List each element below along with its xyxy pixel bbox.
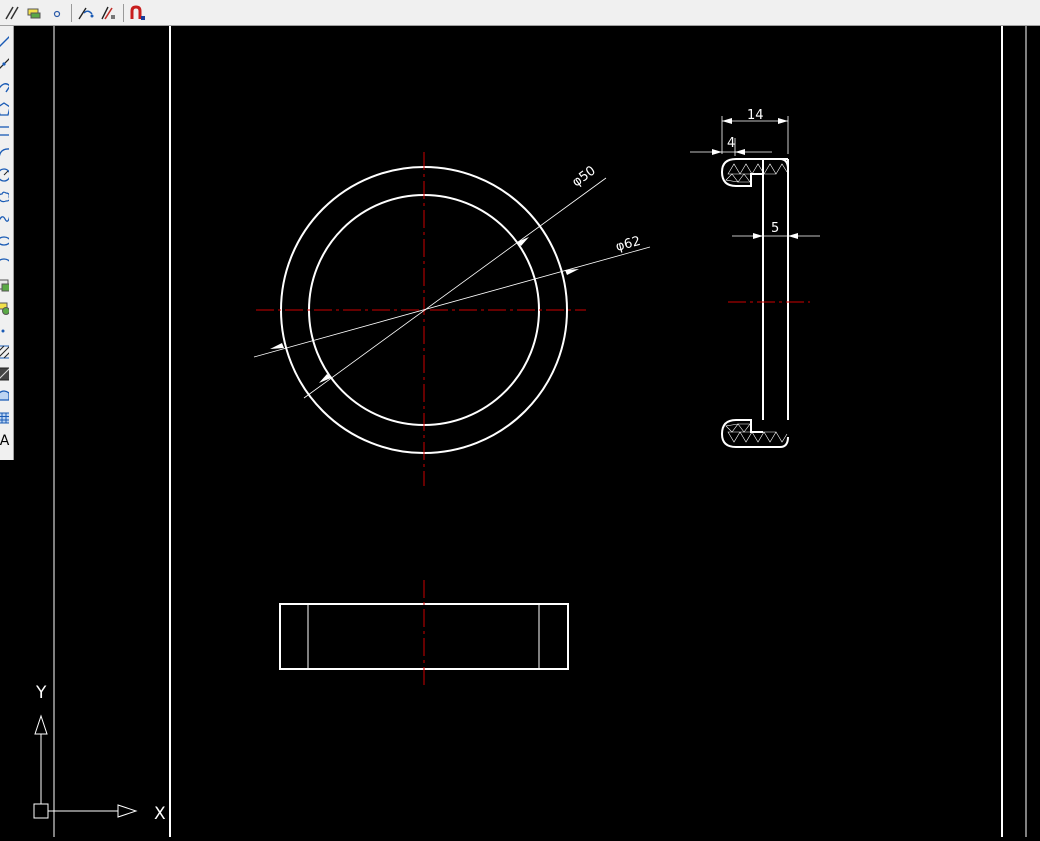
drawing-svg[interactable]: φ50 φ62 14 4 5 Y X xyxy=(14,26,1040,837)
gradient-tool-icon[interactable] xyxy=(0,364,13,384)
ellipse-arc-icon[interactable] xyxy=(0,253,13,273)
dimension-thickness-5-text: 5 xyxy=(771,221,779,236)
insert-block-icon[interactable] xyxy=(0,275,13,295)
polyline-tool-icon[interactable] xyxy=(0,76,13,96)
circle-tool-icon[interactable] xyxy=(0,165,13,185)
match-properties-icon[interactable] xyxy=(75,3,95,23)
dimension-lip-4-text: 4 xyxy=(727,136,735,151)
dimension-phi62-text: φ62 xyxy=(614,234,642,255)
dimension-thickness-5[interactable]: 5 xyxy=(732,221,820,239)
hatch-tool-icon[interactable] xyxy=(0,342,13,362)
construction-line-icon[interactable] xyxy=(0,54,13,74)
dimension-width-14-text: 14 xyxy=(747,108,764,123)
toolbar-separator xyxy=(71,4,72,22)
table-tool-icon[interactable] xyxy=(0,408,13,428)
polygon-tool-icon[interactable] xyxy=(0,99,13,119)
magnet-snap-icon[interactable] xyxy=(127,3,147,23)
dimension-lip-4[interactable]: 4 xyxy=(690,136,772,156)
arc-tool-icon[interactable] xyxy=(0,143,13,163)
revision-cloud-icon[interactable] xyxy=(0,187,13,207)
ring-section-view xyxy=(720,158,810,448)
ucs-y-label: Y xyxy=(35,683,47,703)
toolbar-separator xyxy=(123,4,124,22)
parallel-lines-icon[interactable] xyxy=(2,3,22,23)
point-tool-icon[interactable] xyxy=(0,320,13,340)
drawing-canvas[interactable]: φ50 φ62 14 4 5 Y X xyxy=(14,26,1040,837)
ring-front-view xyxy=(256,152,586,486)
ellipse-tool-icon[interactable] xyxy=(0,231,13,251)
region-tool-icon[interactable] xyxy=(0,386,13,406)
layer-tool-icon[interactable] xyxy=(24,3,44,23)
edit-properties-icon[interactable] xyxy=(98,3,118,23)
small-circle-icon[interactable] xyxy=(47,3,67,23)
ucs-x-label: X xyxy=(154,804,166,824)
rectangle-tool-icon[interactable] xyxy=(0,121,13,141)
multiline-text-icon[interactable]: A xyxy=(0,431,13,451)
draw-toolbar: A xyxy=(0,26,14,460)
top-toolbar xyxy=(0,0,1040,26)
ring-top-view xyxy=(279,580,569,688)
spline-tool-icon[interactable] xyxy=(0,209,13,229)
make-block-icon[interactable] xyxy=(0,298,13,318)
line-tool-icon[interactable] xyxy=(0,32,13,52)
